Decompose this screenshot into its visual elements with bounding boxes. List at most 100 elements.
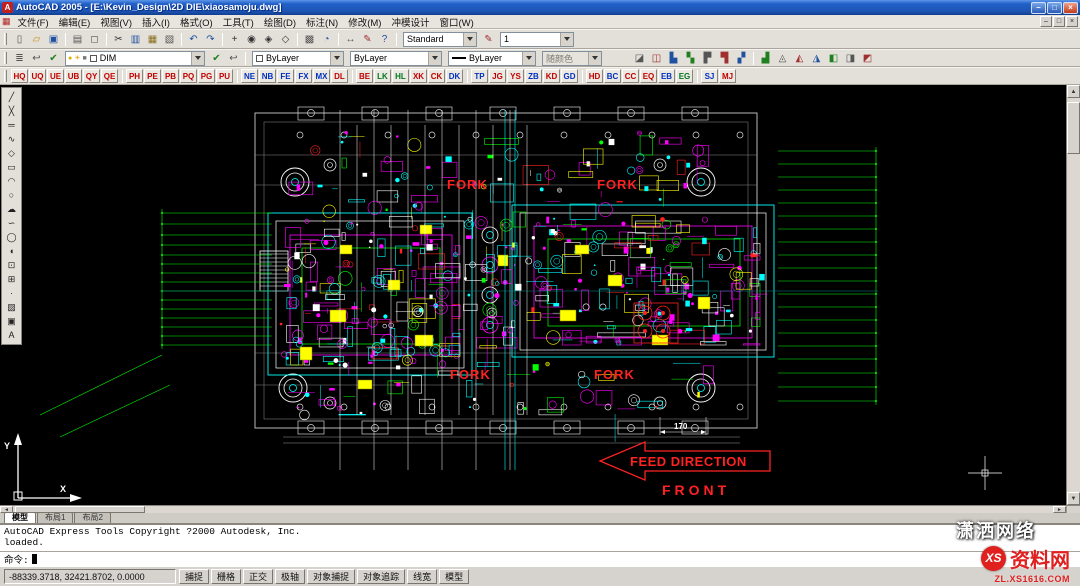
drawing-canvas[interactable]: 170FORKFORKFORKFORKFEED DIRECTIONFRONTYX… [0, 85, 1066, 505]
die-design-tool-32-icon[interactable]: BC [604, 69, 621, 83]
co-tool-icon[interactable]: ◩ [859, 51, 876, 66]
cut-icon[interactable]: ✂ [110, 32, 127, 47]
ellipse-icon[interactable]: ◯ [3, 230, 20, 244]
make-object-layer-current-icon[interactable]: ✔ [208, 51, 225, 66]
die-design-tool-22-icon[interactable]: XK [410, 69, 427, 83]
construction-line-icon[interactable]: ╳ [3, 104, 20, 118]
die-design-tool-18-icon[interactable]: DL [331, 69, 348, 83]
tab-model[interactable]: 模型 [4, 512, 36, 523]
align-tool-icon[interactable]: ◧ [825, 51, 842, 66]
die-design-tool-14-icon[interactable]: NB [259, 69, 276, 83]
menu-item-view[interactable]: 视图(V) [95, 15, 137, 29]
scroll-down-button[interactable]: ▼ [1067, 492, 1080, 505]
circle-icon[interactable]: ○ [3, 188, 20, 202]
spline-icon[interactable]: ∽ [3, 216, 20, 230]
layers-dialog-icon[interactable]: ≣ [11, 51, 28, 66]
command-window[interactable]: AutoCAD Express Tools Copyright ?2000 Au… [0, 524, 1080, 566]
die-design-tool-20-icon[interactable]: LK [374, 69, 391, 83]
die-design-tool-19-icon[interactable]: BE [356, 69, 373, 83]
stretch-multiple-icon[interactable]: ◮ [808, 51, 825, 66]
3d-orbit-icon[interactable]: ◔ [318, 32, 335, 47]
die-design-tool-15-icon[interactable]: FE [277, 69, 294, 83]
die-design-tool-5-icon[interactable]: QY [83, 69, 100, 83]
horizontal-scrollbar[interactable]: ◄ ► [0, 505, 1080, 513]
open-icon[interactable]: ▱ [28, 32, 45, 47]
die-design-tool-12-icon[interactable]: PU [216, 69, 233, 83]
menu-item-window[interactable]: 窗口(W) [435, 15, 479, 29]
die-design-tool-35-icon[interactable]: EB [658, 69, 675, 83]
menu-item-edit[interactable]: 编辑(E) [54, 15, 96, 29]
horizontal-scroll-track[interactable] [145, 506, 1053, 513]
scale-combo[interactable]: 1 [500, 32, 574, 47]
line-icon[interactable]: ╱ [3, 90, 20, 104]
mtext-icon[interactable]: A [3, 328, 20, 342]
die-design-tool-30-icon[interactable]: GD [561, 69, 578, 83]
die-design-tool-21-icon[interactable]: HL [392, 69, 409, 83]
die-design-tool-27-icon[interactable]: YS [507, 69, 524, 83]
menu-item-draw[interactable]: 绘图(D) [259, 15, 301, 29]
plotstyle-combo[interactable]: 随颜色 [542, 51, 602, 66]
save-icon[interactable]: ▣ [45, 32, 62, 47]
zoom-window-icon[interactable]: ◈ [260, 32, 277, 47]
laymch-icon[interactable]: ◪ [631, 51, 648, 66]
undo-icon[interactable]: ↶ [185, 32, 202, 47]
distance-icon[interactable]: ↔ [342, 32, 359, 47]
lineweight-combo[interactable]: ByLayer [448, 51, 536, 66]
mdi-restore-button[interactable]: □ [1053, 16, 1065, 27]
die-design-tool-7-icon[interactable]: PH [126, 69, 143, 83]
trim-extend-icon[interactable]: ◬ [774, 51, 791, 66]
die-design-tool-3-icon[interactable]: UE [47, 69, 64, 83]
close-button[interactable]: × [1063, 2, 1078, 14]
die-design-tool-10-icon[interactable]: PQ [180, 69, 197, 83]
move-copy-icon[interactable]: ◭ [791, 51, 808, 66]
layer-previous-icon[interactable]: ↩ [28, 51, 45, 66]
die-design-tool-29-icon[interactable]: KD [543, 69, 560, 83]
draworder-tool-icon[interactable]: ◨ [842, 51, 859, 66]
zoom-previous-icon[interactable]: ◇ [277, 32, 294, 47]
die-design-tool-17-icon[interactable]: MX [313, 69, 330, 83]
die-design-tool-1-icon[interactable]: HQ [11, 69, 28, 83]
linetype-combo[interactable]: ByLayer [350, 51, 442, 66]
region-icon[interactable]: ▣ [3, 314, 20, 328]
die-design-tool-9-icon[interactable]: PB [162, 69, 179, 83]
tab-layout2[interactable]: 布局2 [74, 512, 110, 523]
layoff-icon[interactable]: ▛ [699, 51, 716, 66]
multiline-icon[interactable]: ═ [3, 118, 20, 132]
toggle-snap[interactable]: 捕捉 [179, 569, 209, 584]
toggle-polar[interactable]: 极轴 [275, 569, 305, 584]
die-design-tool-13-icon[interactable]: NE [241, 69, 258, 83]
match-properties-icon[interactable]: ▧ [161, 32, 178, 47]
die-design-tool-28-icon[interactable]: ZB [525, 69, 542, 83]
die-design-tool-8-icon[interactable]: PE [144, 69, 161, 83]
layiso-icon[interactable]: ▙ [665, 51, 682, 66]
toggle-lwt[interactable]: 线宽 [407, 569, 437, 584]
color-combo[interactable]: ByLayer [252, 51, 344, 66]
polygon-icon[interactable]: ◇ [3, 146, 20, 160]
die-design-tool-36-icon[interactable]: EG [676, 69, 693, 83]
die-design-tool-24-icon[interactable]: DK [446, 69, 463, 83]
laycur-icon[interactable]: ◫ [648, 51, 665, 66]
toggle-grid[interactable]: 栅格 [211, 569, 241, 584]
menu-item-file[interactable]: 文件(F) [13, 15, 54, 29]
die-design-tool-34-icon[interactable]: EQ [640, 69, 657, 83]
toggle-otrack[interactable]: 对象追踪 [357, 569, 405, 584]
command-prompt[interactable]: 命令: [0, 551, 1080, 566]
die-design-tool-2-icon[interactable]: UQ [29, 69, 46, 83]
laylck-icon[interactable]: ▜ [716, 51, 733, 66]
redraw-icon[interactable]: ✎ [480, 32, 497, 47]
insert-block-icon[interactable]: ⊡ [3, 258, 20, 272]
paste-icon[interactable]: ▦ [144, 32, 161, 47]
style-combo[interactable]: Standard [403, 32, 477, 47]
plot-preview-icon[interactable]: ◻ [86, 32, 103, 47]
hatch-icon[interactable]: ▨ [3, 300, 20, 314]
toggle-ortho[interactable]: 正交 [243, 569, 273, 584]
named-views-icon[interactable]: ▩ [301, 32, 318, 47]
ellipse-arc-icon[interactable]: ◖ [3, 244, 20, 258]
tab-layout1[interactable]: 布局1 [37, 512, 73, 523]
mdi-minimize-button[interactable]: – [1040, 16, 1052, 27]
vertical-scroll-track[interactable] [1067, 154, 1080, 492]
toggle-osnap[interactable]: 对象捕捉 [307, 569, 355, 584]
copy-nested-icon[interactable]: ▟ [757, 51, 774, 66]
plot-icon[interactable]: ▤ [69, 32, 86, 47]
make-block-icon[interactable]: ⊞ [3, 272, 20, 286]
